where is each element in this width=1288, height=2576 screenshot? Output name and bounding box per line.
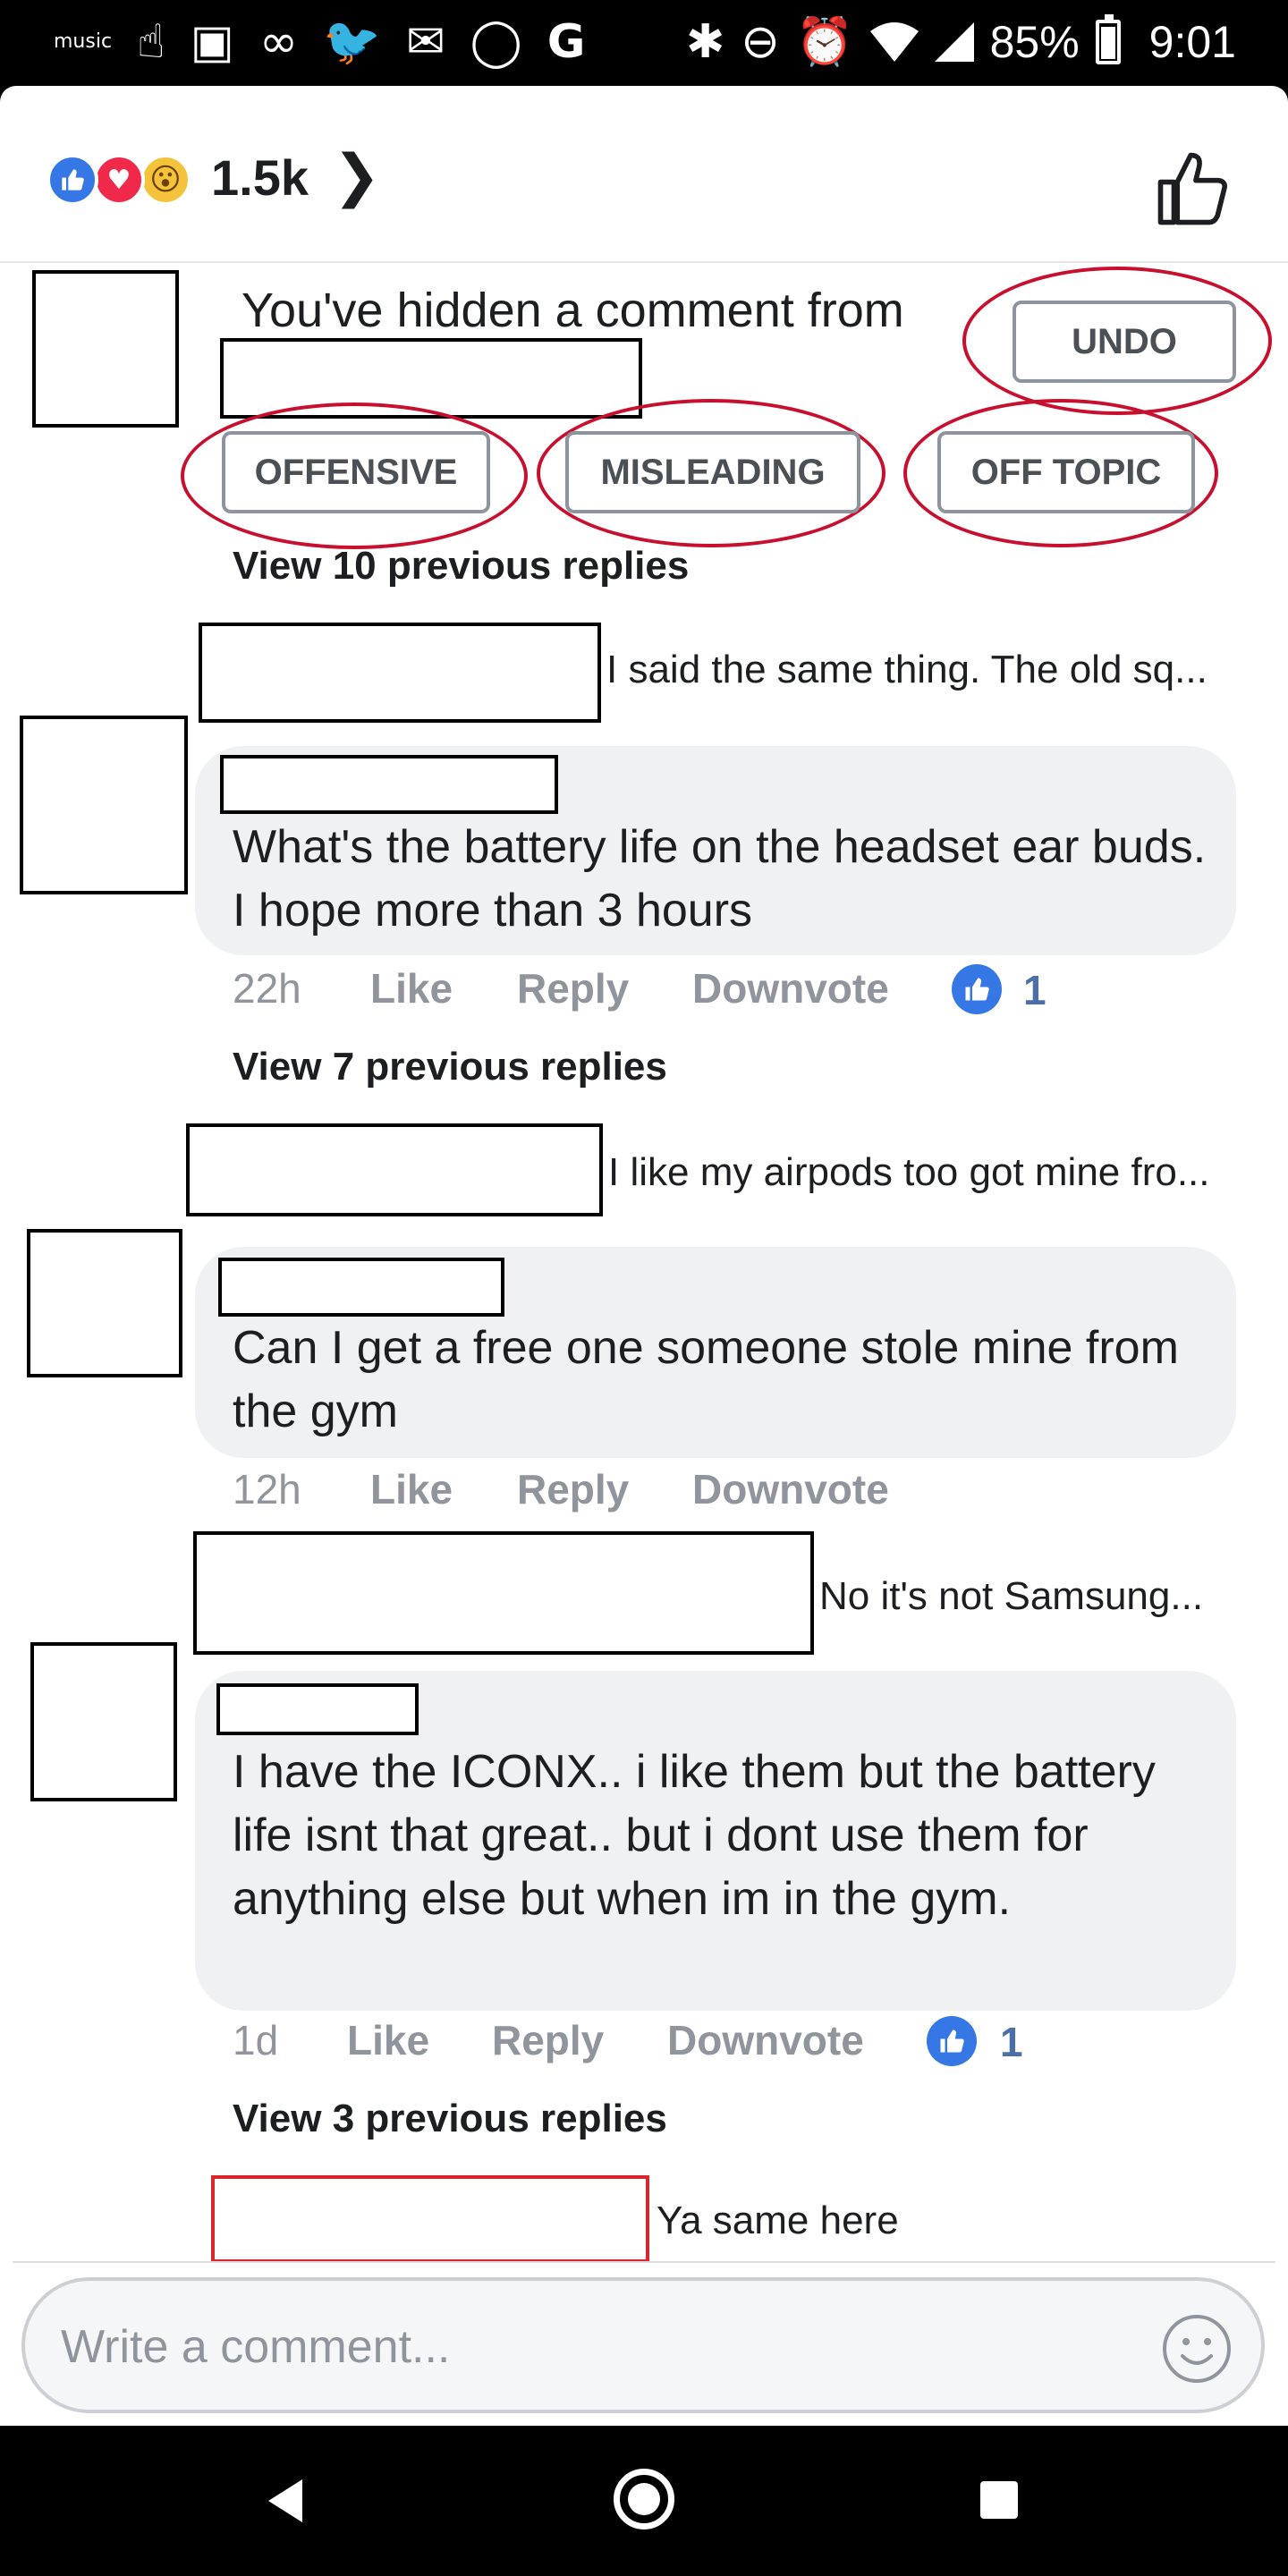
comment-timestamp: 1d	[233, 2017, 279, 2063]
reply-link[interactable]: Reply	[517, 964, 629, 1013]
whatsapp-icon: ◯	[470, 15, 522, 69]
view-previous-replies-link[interactable]: View 3 previous replies	[233, 2097, 667, 2141]
like-link[interactable]: Like	[370, 1465, 453, 1513]
notification-icons: music ☝ ▣ ∞ 🐦 ✉ ◯ G	[54, 13, 585, 72]
status-bar: music ☝ ▣ ∞ 🐦 ✉ ◯ G ✱ ⊖ ⏰ 85% 9:01	[0, 0, 1288, 86]
comment-text: Can I get a free one someone stole mine …	[233, 1322, 1179, 1437]
comment-timestamp: 12h	[233, 1466, 301, 1513]
like-reaction-icon	[47, 154, 98, 206]
avatar[interactable]	[27, 1229, 182, 1377]
hidden-comment-text: You've hidden a comment from	[242, 284, 904, 337]
downvote-link[interactable]: Downvote	[667, 2016, 864, 2064]
comment-timestamp: 22h	[233, 965, 301, 1012]
battery-percent: 85%	[989, 17, 1080, 67]
alarm-icon: ⏰	[795, 15, 854, 69]
amazon-music-icon: music	[54, 30, 113, 53]
redacted-name	[211, 2175, 649, 2263]
love-reaction-icon: ♥	[93, 154, 145, 206]
avatar[interactable]	[20, 716, 188, 894]
chevron-right-icon[interactable]: ❯	[333, 143, 381, 209]
redacted-name	[199, 623, 601, 723]
comment-bubble[interactable]: What's the battery life on the headset e…	[195, 746, 1236, 955]
reply-preview[interactable]: No it's not Samsung...	[819, 1574, 1203, 1619]
redacted-name	[186, 1123, 603, 1216]
view-previous-replies-link[interactable]: View 10 previous replies	[233, 544, 689, 589]
like-button-icon[interactable]	[1154, 148, 1234, 229]
redacted-name	[220, 755, 558, 814]
google-icon: G	[547, 15, 586, 69]
like-link[interactable]: Like	[370, 964, 453, 1013]
touch-hand-icon: ☝	[137, 15, 165, 69]
reply-link[interactable]: Reply	[517, 1465, 629, 1513]
offensive-button[interactable]: OFFENSIVE	[222, 431, 490, 513]
comment-bubble[interactable]: I have the ICONX.. i like them but the b…	[195, 1671, 1236, 2011]
like-link[interactable]: Like	[347, 2016, 429, 2064]
reply-preview[interactable]: I like my airpods too got mine fro...	[608, 1150, 1210, 1195]
recent-apps-icon[interactable]	[980, 2481, 1018, 2519]
reactions-header: ♥ 😮 1.5k ❯	[0, 86, 1288, 263]
emoji-icon[interactable]	[1161, 2313, 1233, 2385]
wifi-icon	[869, 22, 919, 62]
redacted-name	[220, 338, 642, 419]
reaction-count[interactable]: 1.5k	[211, 148, 309, 207]
wow-reaction-icon: 😮	[140, 154, 191, 206]
avatar[interactable]	[30, 1642, 177, 1801]
signal-icon	[934, 22, 974, 62]
like-badge-icon[interactable]	[952, 964, 1002, 1014]
voicemail-icon: ∞	[258, 15, 299, 69]
reply-preview[interactable]: I said the same thing. The old sq...	[606, 648, 1208, 692]
reply-preview[interactable]: Ya same here	[657, 2199, 899, 2243]
redacted-name	[218, 1258, 504, 1317]
like-count: 1	[1000, 2019, 1023, 2065]
divider	[13, 2261, 1275, 2263]
reply-link[interactable]: Reply	[492, 2016, 604, 2064]
back-icon[interactable]	[268, 2479, 302, 2522]
gmail-icon: ✉	[405, 15, 445, 69]
write-comment-input[interactable]	[61, 2313, 1116, 2381]
comment-text: I have the ICONX.. i like them but the b…	[233, 1746, 1156, 1925]
redacted-name	[193, 1531, 814, 1655]
view-previous-replies-link[interactable]: View 7 previous replies	[233, 1045, 667, 1089]
off-topic-button[interactable]: OFF TOPIC	[937, 431, 1195, 513]
misleading-button[interactable]: MISLEADING	[565, 431, 860, 513]
android-nav-bar	[0, 2426, 1288, 2576]
undo-button[interactable]: UNDO	[1013, 301, 1236, 383]
outlook-icon: ▣	[190, 15, 234, 69]
battery-icon	[1095, 14, 1121, 64]
redacted-name	[216, 1683, 419, 1735]
comments-sheet: ♥ 😮 1.5k ❯ You've hidden a comment from …	[0, 86, 1288, 2426]
bluetooth-icon: ✱	[685, 15, 725, 69]
like-count: 1	[1023, 967, 1046, 1013]
downvote-link[interactable]: Downvote	[692, 964, 889, 1013]
downvote-link[interactable]: Downvote	[692, 1465, 889, 1513]
home-icon[interactable]	[614, 2469, 674, 2529]
comment-bubble[interactable]: Can I get a free one someone stole mine …	[195, 1247, 1236, 1458]
avatar[interactable]	[32, 270, 179, 428]
like-badge-icon[interactable]	[927, 2016, 977, 2066]
system-icons: ✱ ⊖ ⏰ 85% 9:01	[686, 13, 1236, 72]
do-not-disturb-icon: ⊖	[741, 15, 780, 69]
comment-composer	[21, 2277, 1265, 2413]
twitter-icon: 🐦	[323, 15, 381, 69]
comment-text: What's the battery life on the headset e…	[233, 821, 1207, 936]
clock: 9:01	[1148, 17, 1236, 67]
